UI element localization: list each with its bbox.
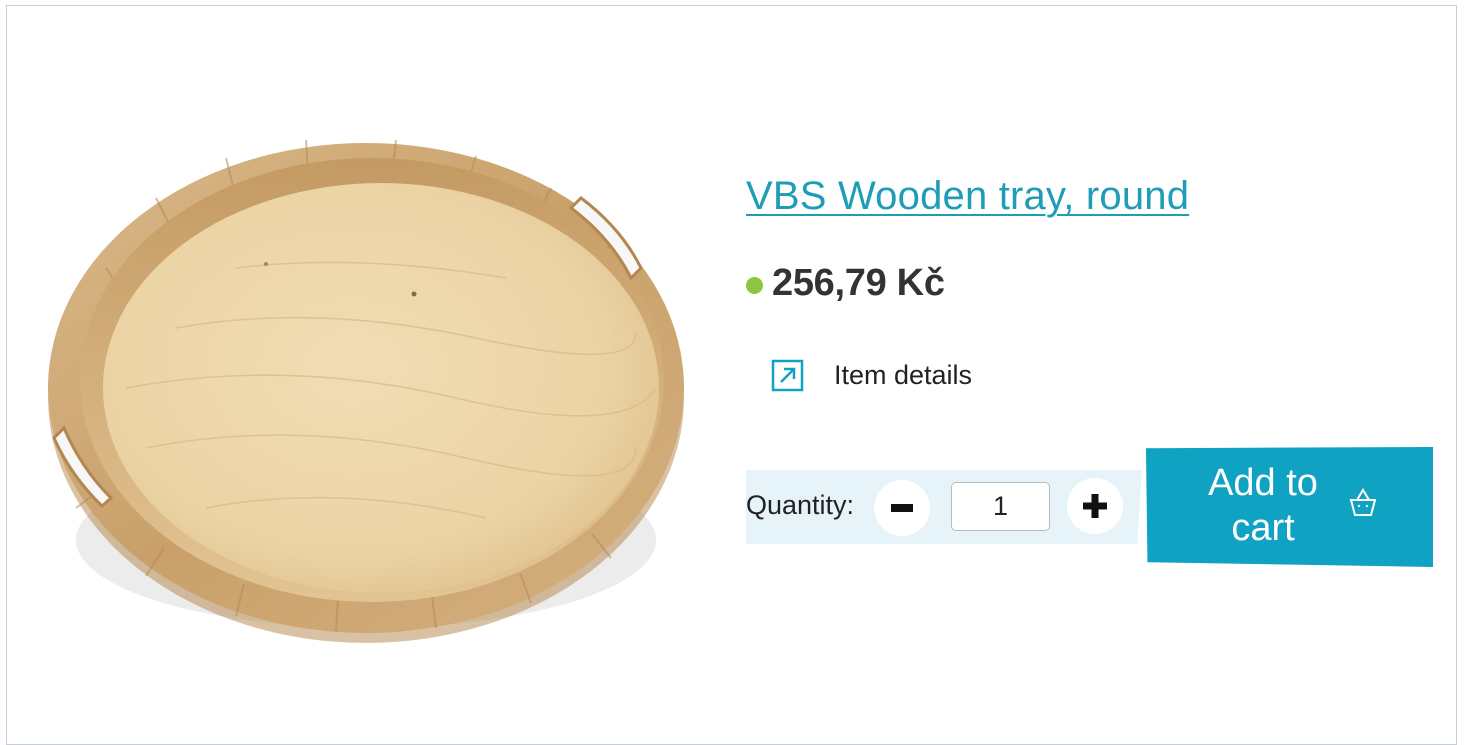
price-row: 256,79 Kč: [746, 262, 945, 305]
product-title-link[interactable]: VBS Wooden tray, round: [746, 174, 1189, 219]
quantity-increase-button[interactable]: [1067, 478, 1123, 534]
add-to-cart-button[interactable]: [1146, 447, 1433, 567]
item-details-link[interactable]: Item details: [771, 359, 972, 392]
in-stock-indicator: [746, 276, 763, 294]
minus-icon: [891, 504, 913, 512]
plus-icon: [1083, 494, 1107, 518]
product-image[interactable]: [36, 88, 696, 648]
item-details-label: Item details: [834, 360, 973, 390]
quantity-input[interactable]: [951, 482, 1050, 531]
quantity-label: Quantity:: [746, 490, 855, 520]
quantity-decrease-button[interactable]: [874, 480, 930, 536]
external-link-icon: [771, 359, 804, 392]
product-price: 256,79 Kč: [772, 262, 945, 304]
